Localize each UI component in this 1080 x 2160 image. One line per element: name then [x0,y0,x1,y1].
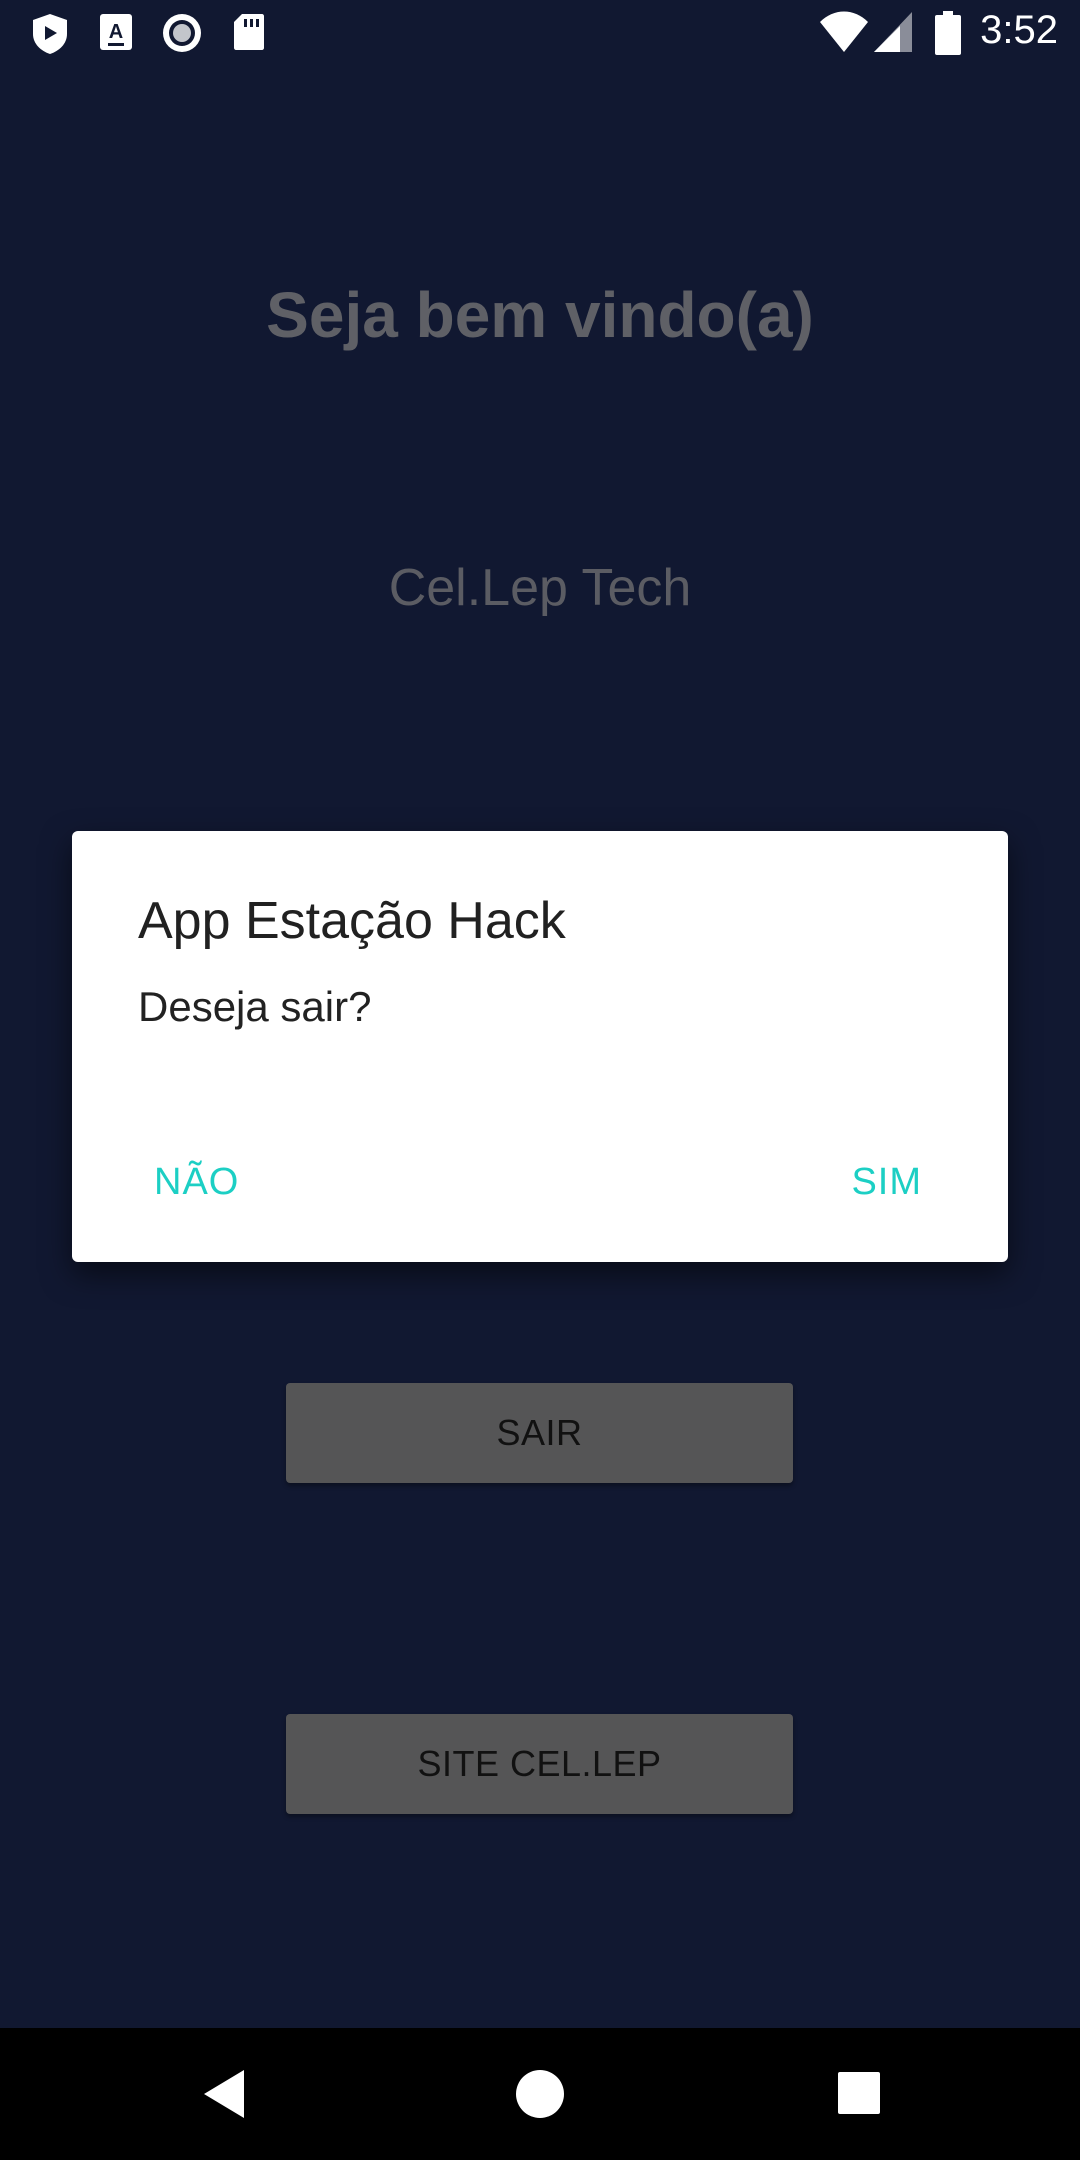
exit-button[interactable]: SAIR [286,1383,793,1483]
a-text-icon: A [100,14,132,50]
shield-icon [33,14,67,54]
welcome-heading: Seja bem vindo(a) [266,279,814,351]
record-icon [163,14,201,52]
dialog-title: App Estação Hack [138,892,566,950]
clock: 3:52 [980,8,1058,52]
status-bar: A 3:52 [0,0,1080,68]
sd-card-icon [234,14,264,50]
wifi-icon [820,11,868,52]
company-name: Cel.Lep Tech [388,559,692,617]
no-button[interactable]: NÃO [154,1161,239,1204]
svg-text:A: A [109,21,123,43]
site-button[interactable]: SITE CEL.LEP [286,1714,793,1814]
back-icon[interactable] [196,2064,256,2124]
home-icon[interactable] [510,2064,570,2124]
signal-icon [874,12,912,52]
recents-icon[interactable] [830,2064,890,2124]
battery-icon [935,11,961,55]
exit-dialog: App Estação Hack Deseja sair? NÃO SIM [72,831,1008,1262]
yes-button[interactable]: SIM [851,1161,922,1204]
dialog-message: Deseja sair? [138,983,372,1030]
navigation-bar [0,2028,1080,2160]
